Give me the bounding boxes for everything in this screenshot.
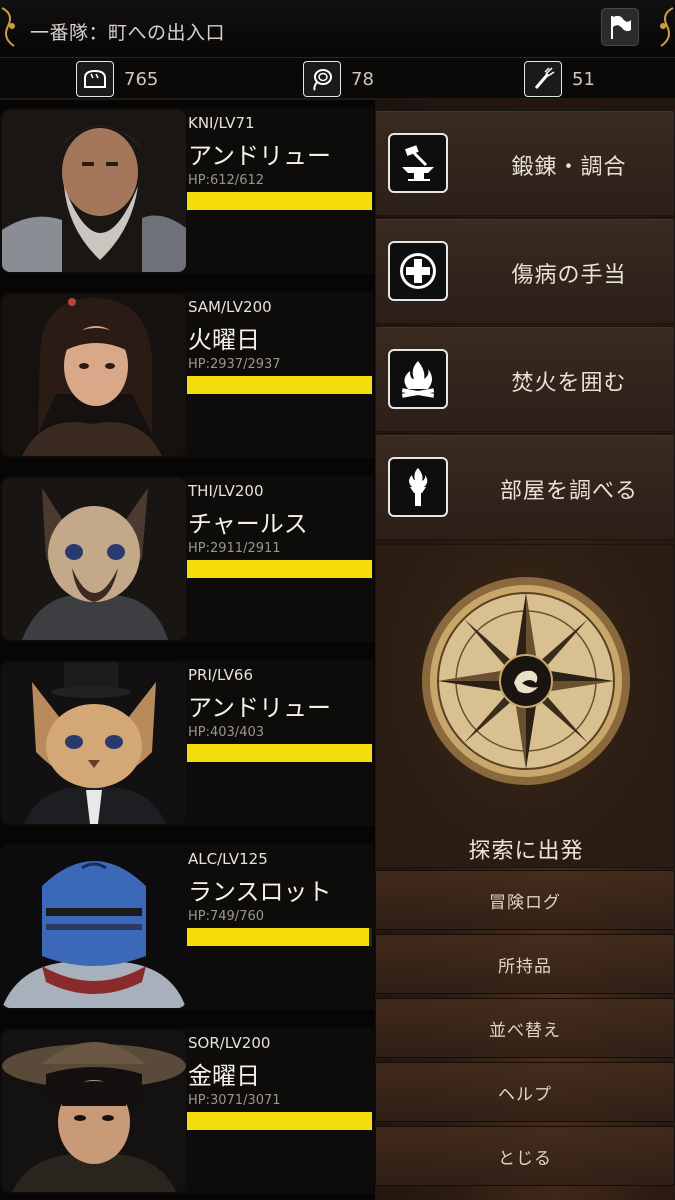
party-member-card[interactable]: SOR/LV200 金曜日 HP:3071/3071	[0, 1028, 374, 1194]
anvil-hammer-icon	[388, 133, 448, 193]
member-name: アンドリュー	[188, 142, 332, 170]
rope-icon	[303, 61, 341, 97]
member-class-level: SAM/LV200	[188, 298, 272, 316]
hp-bar	[187, 744, 372, 762]
search-room-label: 部屋を調べる	[499, 479, 638, 504]
member-hp-text: HP:3071/3071	[188, 1093, 281, 1108]
party-member-card[interactable]: THI/LV200 チャールス HP:2911/2911	[0, 476, 374, 642]
inventory-button[interactable]: 所持品	[375, 934, 675, 994]
resource-rope-value: 78	[351, 68, 374, 90]
compass-icon	[422, 577, 630, 785]
forge-button[interactable]: 鍛錬・調合	[375, 110, 675, 216]
hp-bar	[187, 560, 372, 578]
hp-bar-fill	[187, 928, 370, 946]
hp-bar-fill	[187, 376, 372, 394]
member-class-level: SOR/LV200	[188, 1034, 271, 1052]
portrait-straw-hat-youth	[2, 1030, 186, 1192]
hp-bar-fill	[187, 192, 372, 210]
party-member-card[interactable]: KNI/LV71 アンドリュー HP:612/612	[0, 108, 374, 274]
portrait-knight-helmet	[2, 846, 186, 1008]
member-name: チャールス	[188, 510, 308, 538]
ornament-left-icon	[1, 7, 15, 47]
member-hp-text: HP:612/612	[188, 173, 265, 188]
portrait-tabby-cat-tophat	[2, 662, 186, 824]
hp-bar	[187, 928, 372, 946]
explore-button[interactable]: 探索に出発	[375, 544, 675, 868]
forge-label: 鍛錬・調合	[511, 155, 627, 180]
member-name: 金曜日	[188, 1062, 260, 1090]
portrait-samurai-girl	[2, 294, 186, 456]
adventure-log-button[interactable]: 冒険ログ	[375, 870, 675, 930]
ornament-right-icon	[660, 7, 674, 47]
torch-icon	[388, 457, 448, 517]
sort-button[interactable]: 並べ替え	[375, 998, 675, 1058]
resource-food: 765	[76, 61, 158, 97]
medical-cross-icon	[388, 241, 448, 301]
hp-bar	[187, 376, 372, 394]
resource-torch-value: 51	[572, 68, 595, 90]
member-hp-text: HP:2937/2937	[188, 357, 281, 372]
heal-button[interactable]: 傷病の手当	[375, 218, 675, 324]
member-class-level: THI/LV200	[188, 482, 264, 500]
resource-rope: 78	[303, 61, 374, 97]
hp-bar	[187, 192, 372, 210]
portrait-bearded-warrior	[2, 110, 186, 272]
member-class-level: PRI/LV66	[188, 666, 254, 684]
member-name: ランスロット	[188, 878, 332, 906]
campfire-icon	[388, 349, 448, 409]
resource-food-value: 765	[124, 68, 159, 90]
member-hp-text: HP:2911/2911	[188, 541, 281, 556]
resource-torch: 51	[524, 61, 595, 97]
help-button[interactable]: ヘルプ	[375, 1062, 675, 1122]
search-room-button[interactable]: 部屋を調べる	[375, 434, 675, 540]
flag-icon	[611, 15, 631, 39]
party-list: KNI/LV71 アンドリュー HP:612/612 SAM/LV200 火曜日…	[0, 100, 375, 1200]
resource-bar: 765 78 51	[0, 58, 675, 100]
portrait-siamese-cat	[2, 478, 186, 640]
member-hp-text: HP:403/403	[188, 725, 265, 740]
member-class-level: ALC/LV125	[188, 850, 268, 868]
location-title: 一番隊：町への出入口	[30, 22, 226, 44]
flag-button[interactable]	[601, 8, 639, 46]
member-name: 火曜日	[188, 326, 260, 354]
campfire-label: 焚火を囲む	[511, 371, 627, 396]
torch-stick-icon	[524, 61, 562, 97]
hp-bar-fill	[187, 744, 372, 762]
heal-label: 傷病の手当	[511, 263, 627, 288]
hp-bar-fill	[187, 1112, 372, 1130]
explore-label: 探索に出発	[468, 839, 584, 864]
bread-icon	[76, 61, 114, 97]
party-member-card[interactable]: SAM/LV200 火曜日 HP:2937/2937	[0, 292, 374, 458]
hp-bar	[187, 1112, 372, 1130]
party-member-card[interactable]: PRI/LV66 アンドリュー HP:403/403	[0, 660, 374, 826]
hp-bar-fill	[187, 560, 372, 578]
campfire-button[interactable]: 焚火を囲む	[375, 326, 675, 432]
party-member-card[interactable]: ALC/LV125 ランスロット HP:749/760	[0, 844, 374, 1010]
member-class-level: KNI/LV71	[188, 114, 255, 132]
member-name: アンドリュー	[188, 694, 332, 722]
close-button[interactable]: とじる	[375, 1126, 675, 1186]
header-bar: 一番隊：町への出入口	[0, 0, 675, 58]
member-hp-text: HP:749/760	[188, 909, 265, 924]
camp-menu: 鍛錬・調合 傷病の手当 焚火を囲む 部屋を調べる 探索に出発 冒険ログ 所持品 …	[375, 100, 675, 1200]
